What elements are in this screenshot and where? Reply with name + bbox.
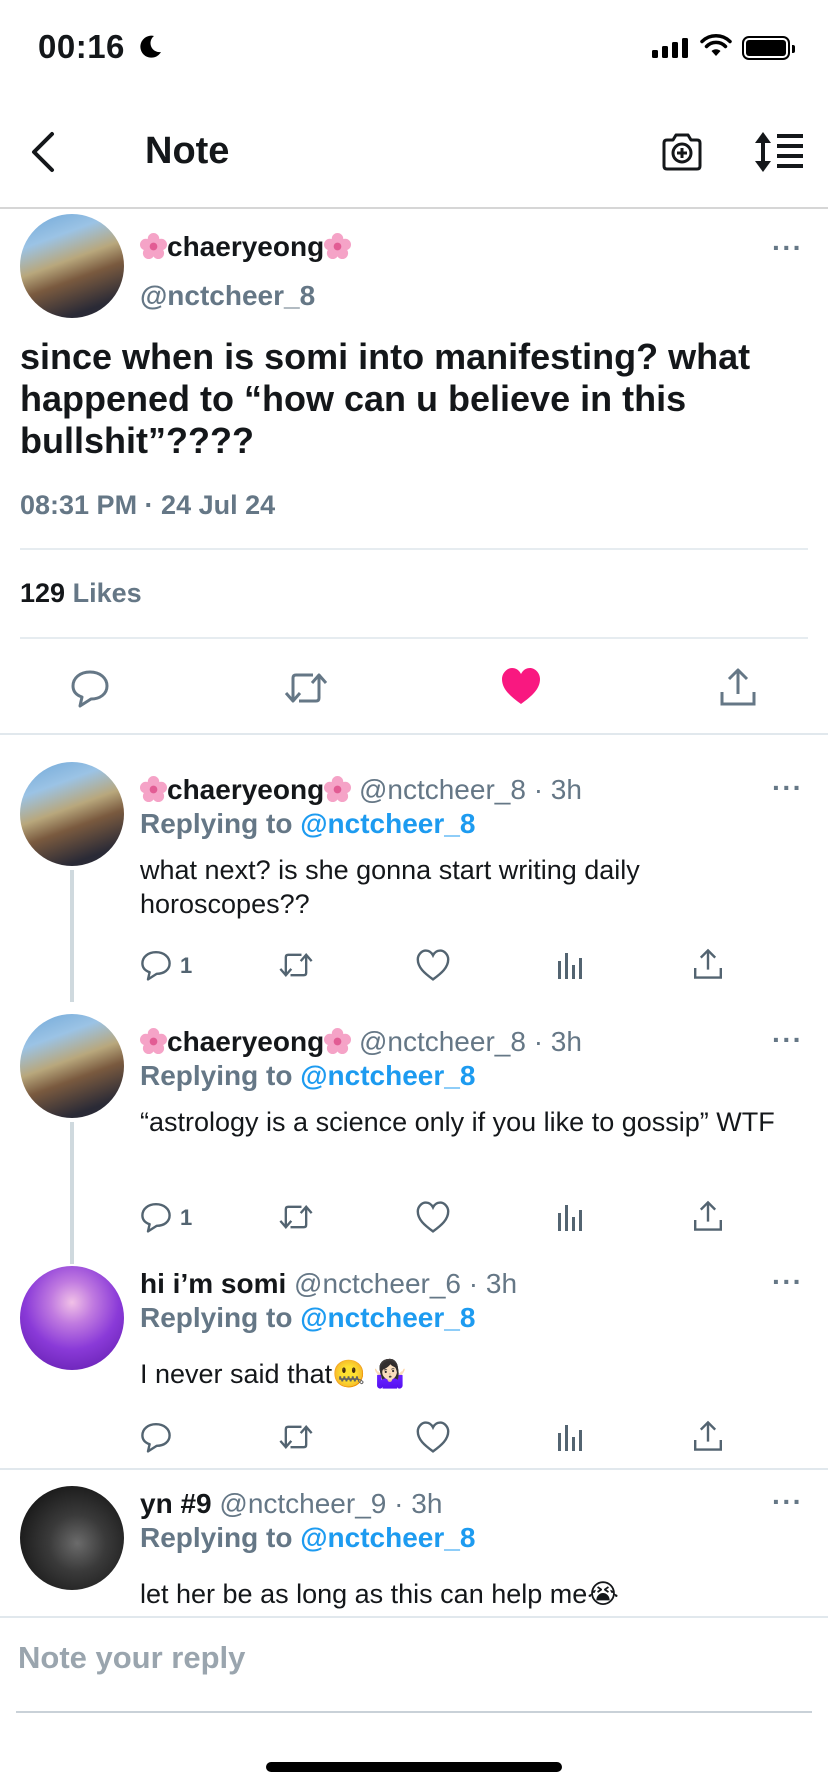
- reply-header: hi i’m somi @nctcheer_6 · 3h: [140, 1267, 517, 1301]
- reply-header: chaeryeong @nctcheer_8 · 3h: [140, 1025, 582, 1059]
- like-heart-icon[interactable]: [500, 666, 542, 706]
- reply-count: 1: [180, 1205, 193, 1230]
- likes-number: 129: [20, 578, 66, 608]
- reply-handle[interactable]: @nctcheer_6: [294, 1268, 461, 1299]
- like-heart-icon[interactable]: [416, 1201, 450, 1233]
- cellular-signal-icon: [652, 38, 688, 58]
- flower-emoji-icon: [324, 1028, 352, 1055]
- share-icon[interactable]: [692, 1419, 724, 1453]
- replying-to-link[interactable]: @nctcheer_8: [300, 1060, 475, 1091]
- display-name[interactable]: yn #9: [140, 1488, 212, 1519]
- reply-count: 1: [180, 953, 193, 978]
- reply-time: · 3h: [468, 1268, 518, 1299]
- flower-emoji-icon: [140, 1028, 167, 1055]
- sort-replies-icon[interactable]: [753, 130, 805, 174]
- replying-prefix: Replying to: [140, 808, 293, 839]
- flower-emoji-icon: [324, 776, 352, 803]
- reply-text: “astrology is a science only if you like…: [140, 1107, 775, 1137]
- reply-header: chaeryeong @nctcheer_8 · 3h: [140, 773, 582, 807]
- author-handle[interactable]: @nctcheer_8: [140, 280, 315, 312]
- replying-to: Replying to @nctcheer_8: [140, 808, 475, 840]
- flower-emoji-icon: [324, 233, 352, 260]
- avatar[interactable]: [20, 1486, 124, 1590]
- like-heart-icon[interactable]: [416, 949, 450, 981]
- reply-input-underline: [16, 1711, 812, 1713]
- reply-handle[interactable]: @nctcheer_9: [219, 1488, 386, 1519]
- avatar[interactable]: [20, 1014, 124, 1118]
- reply-time: · 3h: [533, 1026, 582, 1057]
- avatar[interactable]: [20, 1266, 124, 1370]
- reply-handle[interactable]: @nctcheer_8: [359, 1026, 526, 1057]
- analytics-icon[interactable]: [556, 949, 584, 981]
- avatar[interactable]: [20, 214, 124, 318]
- display-name[interactable]: chaeryeong: [167, 1026, 324, 1057]
- more-options-icon[interactable]: ···: [772, 232, 803, 264]
- replying-to-link[interactable]: @nctcheer_8: [300, 1302, 475, 1333]
- analytics-icon[interactable]: [556, 1201, 584, 1233]
- back-arrow-icon[interactable]: [28, 130, 58, 174]
- divider: [20, 548, 808, 550]
- reply-text: what next? is she gonna start writing da…: [140, 855, 640, 919]
- divider: [0, 1468, 828, 1470]
- reply-input[interactable]: Note your reply: [18, 1640, 245, 1676]
- replying-prefix: Replying to: [140, 1302, 293, 1333]
- moon-icon: [140, 35, 161, 58]
- thread-line: [70, 870, 74, 1002]
- retweet-icon[interactable]: [278, 1201, 314, 1233]
- thread-line: [70, 1122, 74, 1264]
- share-icon[interactable]: [692, 947, 724, 981]
- reply-header: yn #9 @nctcheer_9 · 3h: [140, 1487, 442, 1521]
- share-icon[interactable]: [718, 666, 758, 708]
- flower-emoji-icon: [140, 233, 167, 260]
- replying-prefix: Replying to: [140, 1522, 293, 1553]
- analytics-icon[interactable]: [556, 1421, 584, 1453]
- reply-icon[interactable]: [140, 1421, 172, 1453]
- tweet-timestamp: 08:31 PM · 24 Jul 24: [20, 490, 276, 520]
- avatar[interactable]: [20, 762, 124, 866]
- more-options-icon[interactable]: ···: [772, 772, 803, 804]
- replying-to-link[interactable]: @nctcheer_8: [300, 808, 475, 839]
- tweet-text: since when is somi into manifesting? wha…: [20, 336, 751, 461]
- replying-prefix: Replying to: [140, 1060, 293, 1091]
- retweet-icon[interactable]: [278, 949, 314, 981]
- more-options-icon[interactable]: ···: [772, 1486, 803, 1518]
- divider: [0, 733, 828, 735]
- replying-to: Replying to @nctcheer_8: [140, 1522, 475, 1554]
- battery-icon: [742, 36, 795, 60]
- reply-icon[interactable]: [140, 949, 172, 981]
- nav-divider: [0, 207, 828, 209]
- like-heart-icon[interactable]: [416, 1421, 450, 1453]
- display-name: chaeryeong: [167, 231, 325, 262]
- home-indicator[interactable]: [266, 1762, 562, 1772]
- reply-icon[interactable]: [140, 1201, 172, 1233]
- replying-to-link[interactable]: @nctcheer_8: [300, 1522, 475, 1553]
- status-time: 00:16: [38, 28, 125, 65]
- reply-text: I never said that🤐 🤷🏻‍♀️: [140, 1359, 407, 1389]
- share-icon[interactable]: [692, 1199, 724, 1233]
- more-options-icon[interactable]: ···: [772, 1024, 803, 1056]
- divider: [20, 637, 808, 639]
- author-name[interactable]: chaeryeong: [140, 230, 352, 264]
- display-name[interactable]: hi i’m somi: [140, 1268, 286, 1299]
- replying-to: Replying to @nctcheer_8: [140, 1302, 475, 1334]
- reply-time: · 3h: [394, 1488, 443, 1519]
- more-options-icon[interactable]: ···: [772, 1266, 803, 1298]
- display-name[interactable]: chaeryeong: [167, 774, 324, 805]
- replying-to: Replying to @nctcheer_8: [140, 1060, 475, 1092]
- likes-count[interactable]: 129 Likes: [20, 578, 142, 609]
- divider: [0, 1616, 828, 1618]
- reply-time: · 3h: [533, 774, 582, 805]
- retweet-icon[interactable]: [283, 668, 329, 708]
- likes-label: Likes: [72, 578, 142, 608]
- wifi-icon: [700, 34, 732, 56]
- camera-add-icon[interactable]: [660, 130, 704, 174]
- page-title: Note: [145, 130, 230, 172]
- flower-emoji-icon: [140, 776, 167, 803]
- reply-handle[interactable]: @nctcheer_8: [359, 774, 526, 805]
- reply-text: let her be as long as this can help me😭: [140, 1579, 619, 1609]
- reply-icon[interactable]: [70, 668, 110, 708]
- retweet-icon[interactable]: [278, 1421, 314, 1453]
